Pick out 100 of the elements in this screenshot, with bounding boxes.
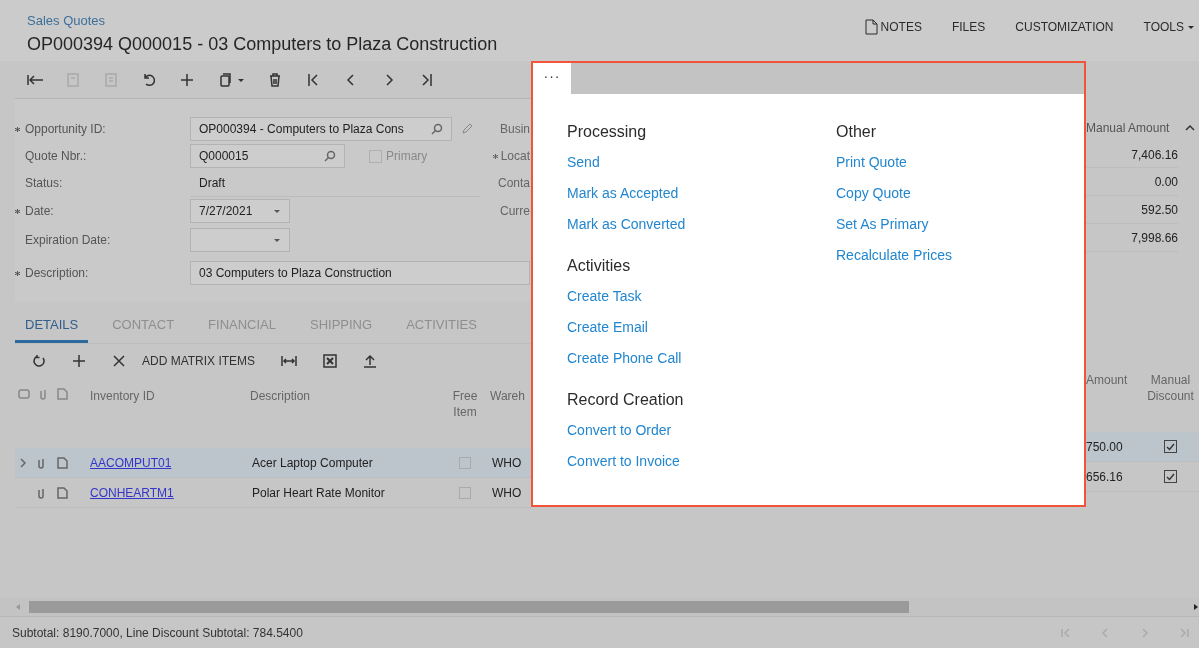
checkbox[interactable] [459,486,471,499]
caret-icon [273,207,281,215]
status-value: Draft [190,169,480,197]
files-icon [18,388,30,400]
input-field[interactable]: Q000015 [190,144,345,168]
pencil-icon [460,122,474,136]
scrollbar-thumb[interactable] [29,601,909,613]
field-label: Status: [25,175,63,192]
tab[interactable]: DETAILS [15,309,89,343]
header-action-button[interactable]: FILES [951,18,986,36]
field-label: Date: [25,203,54,220]
collapse-caret-icon[interactable] [1185,124,1195,132]
paperclip-icon [38,388,48,400]
status-text: Subtotal: 8190.7000, Line Discount Subtotal: 784.5400 [12,624,303,642]
note-icon[interactable] [56,456,68,469]
table-cell-text: WHO [491,484,523,502]
plus-icon [179,71,195,88]
paperclip-icon[interactable] [36,456,46,469]
trash-icon [267,71,283,88]
amount-value: 7,998.66 [1086,224,1178,252]
menu-section-heading: Record Creation [567,390,684,410]
asterisk-icon [15,270,20,276]
menu-item[interactable]: Copy Quote [836,175,911,206]
amount-value: 7,406.16 [1086,142,1178,168]
field-label: Opportunity ID: [25,121,106,138]
menu-item[interactable]: Create Task [567,278,642,309]
input-field[interactable]: OP000394 - Computers to Plaza Cons [190,117,452,141]
inventory-link[interactable]: AACOMPUT01 [90,455,172,470]
table-row[interactable]: CONHEARTM1 Polar Heart Rate Monitor WHO [15,478,531,508]
column-header[interactable]: Wareh [490,388,530,404]
refresh-icon[interactable] [32,354,46,368]
input-field[interactable]: 03 Computers to Plaza Construction [190,261,530,285]
menu-item[interactable]: Convert to Invoice [567,443,680,474]
last-page-icon [419,71,435,88]
toolbar-button[interactable] [217,71,245,88]
more-tab[interactable]: ··· [533,63,571,94]
column-header[interactable]: Description [250,388,440,404]
toolbar-button[interactable] [179,71,195,88]
asterisk-icon [15,126,20,132]
note-icon [863,19,878,35]
caret-icon [273,236,281,244]
scroll-right-icon[interactable] [1193,603,1199,611]
upload-icon[interactable] [363,354,378,368]
menu-item[interactable]: Convert to Order [567,412,672,443]
toolbar-button[interactable] [419,71,435,88]
undo-icon [141,71,157,88]
checkbox[interactable] [1164,470,1177,483]
menu-item[interactable]: Create Email [567,309,648,340]
paperclip-icon[interactable] [36,486,46,499]
asterisk-icon [492,153,498,159]
column-header: Manual Amount [1086,120,1170,137]
table-row[interactable]: AACOMPUT01 Acer Laptop Computer WHO [15,448,531,478]
plus-icon[interactable] [72,354,86,368]
caret-icon [1187,23,1195,31]
menu-item[interactable]: Print Quote [836,144,907,175]
table-cell-text: WHO [491,454,523,472]
toolbar-button[interactable] [267,71,283,88]
column-header[interactable]: Amount [1086,372,1142,388]
menu-section-heading: Processing [567,122,647,142]
inventory-link[interactable]: CONHEARTM1 [90,485,174,500]
save-icon [65,71,81,88]
breadcrumb-link[interactable]: Sales Quotes [27,12,106,29]
page-title: OP000394 Q000015 - 03 Computers to Plaza Construction [27,33,498,56]
date-field[interactable] [190,228,290,252]
checkbox-label: Primary [386,148,428,165]
chevron-icon [20,457,26,468]
menu-section-heading: Activities [567,256,631,276]
field-label: Expiration Date: [25,232,111,249]
save-close-icon [103,71,119,88]
checkbox[interactable] [1164,440,1177,453]
column-header[interactable]: Free Item [440,388,490,420]
toolbar-button[interactable] [305,71,321,88]
note-icon[interactable] [56,486,68,499]
menu-item[interactable]: Mark as Converted [567,206,686,237]
header-action-button[interactable]: CUSTOMIZATION [1015,18,1114,36]
checkbox[interactable] [369,149,382,163]
column-header[interactable]: Inventory ID [90,388,250,404]
close-icon[interactable] [112,354,126,368]
excel-icon[interactable] [323,354,338,368]
menu-item[interactable]: Mark as Accepted [567,175,679,206]
search-icon [431,123,443,135]
table-cell-text: 750.00 [1086,438,1124,456]
add-matrix-items-button[interactable]: ADD MATRIX ITEMS [142,352,256,370]
menu-item[interactable]: Recalculate Prices [836,237,952,268]
menu-item[interactable]: Send [567,144,600,175]
date-field[interactable]: 7/27/2021 [190,199,290,223]
header-action-button[interactable]: TOOLS [1143,18,1195,36]
menu-item[interactable]: Set As Primary [836,206,929,237]
asterisk-icon [15,208,20,214]
toolbar-button[interactable] [141,71,157,88]
menu-item[interactable]: Create Phone Call [567,340,682,371]
header-action-button[interactable]: NOTES [863,18,922,36]
field-label: Curre [500,203,530,220]
table-cell-text: Acer Laptop Computer [251,454,374,472]
column-header[interactable]: Manual Discount [1142,372,1199,404]
amount-value: 592.50 [1086,196,1178,224]
search-icon [324,150,336,162]
fit-columns-icon[interactable] [281,354,298,368]
field-label: Busin [499,121,530,138]
checkbox[interactable] [459,456,471,469]
